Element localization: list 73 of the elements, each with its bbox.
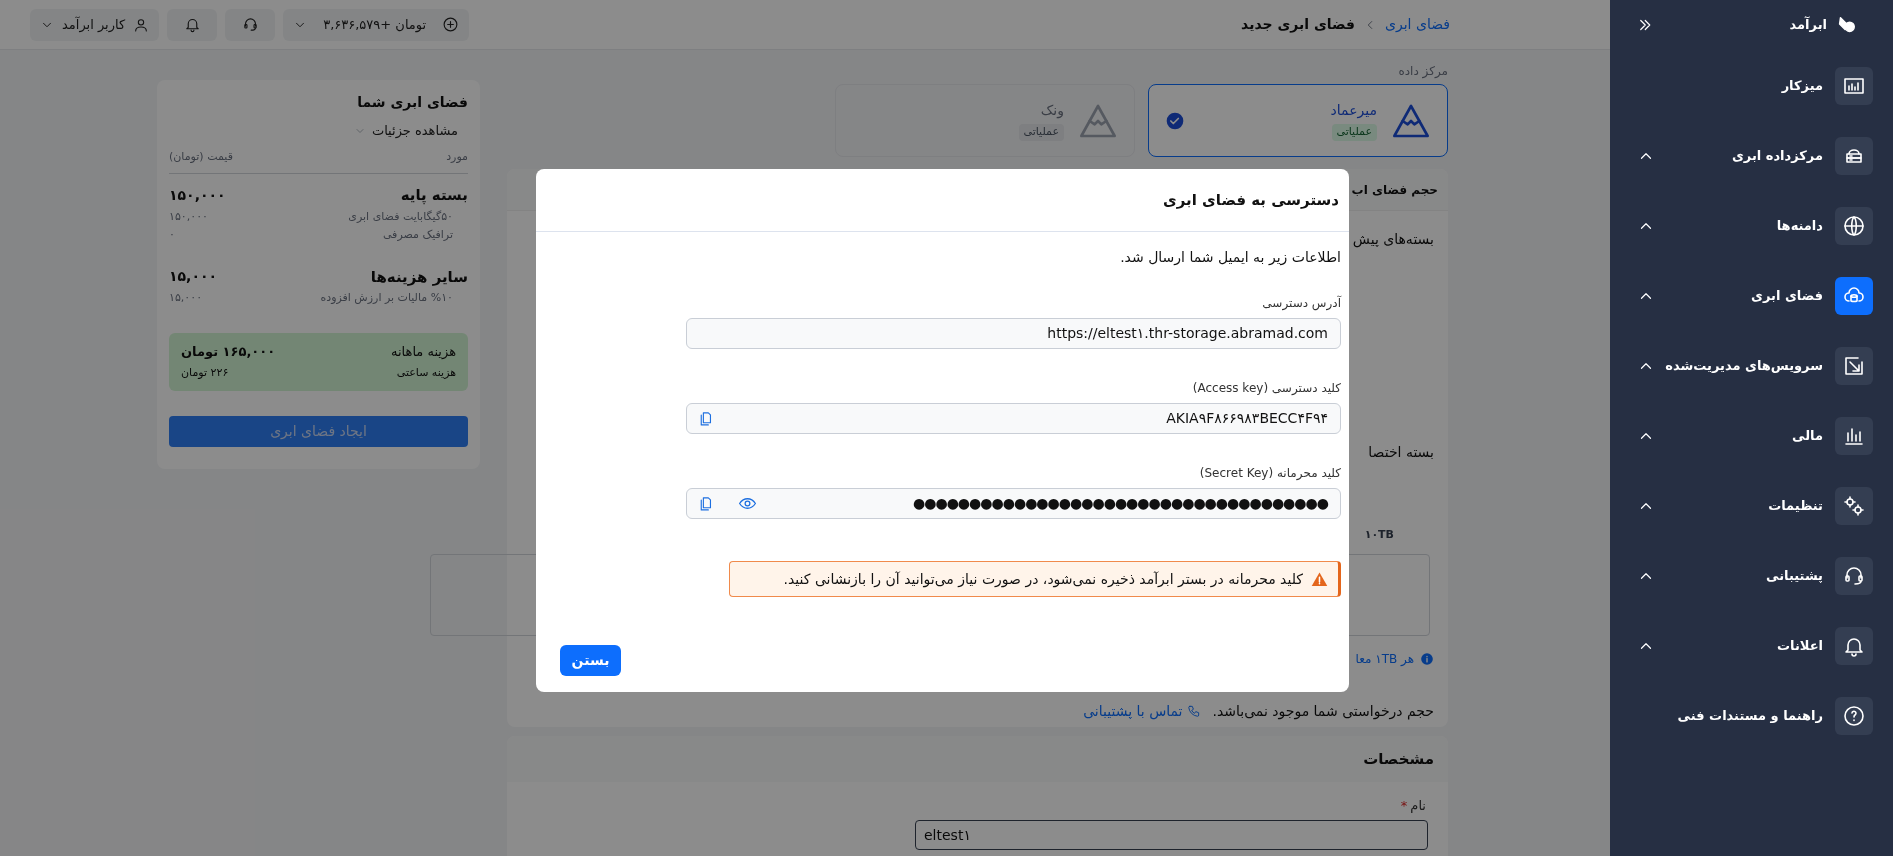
field-label: کلید دسترسی (Access key) [1191,380,1341,397]
field-label: آدرس دسترسی [1261,294,1341,312]
status-badge: عملیاتی [1331,124,1377,141]
unavailable-text: حجم درخواستی شما موجود نمی‌باشد. [1212,701,1434,722]
access-key-field[interactable]: AKIA۹F۸۶۶۹۸۳BECC۴F۹۴ [686,403,1341,434]
info-note: هر ۱TB معا [1355,650,1414,668]
plus-circle-icon [442,16,460,33]
balance-button[interactable]: ۳,۶۳۶,۵۷۹+ تومان [283,8,470,41]
user-icon [133,16,150,33]
panel-title: حجم فضای اب [1351,181,1438,199]
datacenter-name: ونک [1040,101,1064,121]
user-menu-button[interactable]: کاربر ابرآمد [30,8,160,41]
sidebar-item[interactable]: مالی [1610,417,1893,455]
warning-icon [1311,570,1328,588]
field-label: کلید محرمانه (Secret Key) [1198,465,1341,482]
sidebar-item[interactable]: مرکزداده ابری [1610,137,1893,175]
address-field[interactable]: https://eltest۱.thr-storage.abramad.com [686,318,1341,349]
headset-icon [241,16,259,33]
headset-icon [1842,564,1866,588]
line-item: %۱۰ مالیات بر ارزش افزوده [320,290,453,306]
field-label: نام [1410,797,1426,815]
dialog-title: دسترسی به فضای ابری [1162,189,1339,211]
datacenter-name: میرعماد [1330,101,1377,121]
column-header: مورد [446,148,468,165]
required-mark: * [1400,797,1408,815]
details-toggle[interactable]: مشاهده جزئیات [353,121,458,141]
datacenter-option[interactable]: ونک عملیاتی [835,84,1135,157]
line-item: ۵۰گیگابایت فضای ابری [348,208,453,225]
sidebar-item[interactable]: تنظیمات [1610,487,1893,525]
datacenter-option[interactable]: میرعماد عملیاتی [1148,84,1448,157]
notifications-button[interactable] [167,8,218,41]
check-circle-icon [1165,110,1185,131]
sidebar-item[interactable]: دامنه‌ها [1610,207,1893,245]
dialog-message: اطلاعات زیر به ایمیل شما ارسال شد. [1119,248,1341,268]
expand-arrow-icon [1842,354,1866,378]
warning-text: کلید محرمانه در بستر ابرآمد ذخیره نمی‌شود، در صورت نیاز می‌توانید آن را بازنشانی کنید. [783,569,1303,590]
total-label: هزینه ماهانه [391,342,456,361]
hourly-label: هزینه ساعتی [396,365,456,381]
section-label: بسته‌های پیش [1352,230,1434,250]
close-button[interactable]: بستن [560,645,621,676]
support-button[interactable] [225,8,276,41]
section-label: مرکز داده [1397,63,1448,80]
slider-tick-label: ۱۰TB [1364,527,1394,543]
total-value: ۱۶۵,۰۰۰ تومان [181,342,276,361]
group-title: سایر هزینه‌ها [370,266,468,288]
line-price: ۱۵۰,۰۰۰ [169,208,208,225]
sidebar-item[interactable]: اعلانات [1610,627,1893,665]
panel-title: مشخصات [1363,748,1434,770]
section-label: بسته اختصا [1368,443,1434,462]
card-title: فضای ابری شما [356,93,468,113]
sidebar-item[interactable]: سرویس‌های مدیریت‌شده [1610,347,1893,385]
column-header: قیمت (تومان) [169,148,233,165]
sidebar-item[interactable]: پشتیبانی [1610,557,1893,595]
secret-key-field[interactable]: ●●●●●●●●●●●●●●●●●●●●●●●●●●●●●●●●●●●●● [686,488,1341,519]
hourly-value: ۲۲۶ تومان [181,365,229,381]
group-amount: ۱۵,۰۰۰ [169,267,218,287]
sidebar-item[interactable]: فضای ابری [1610,277,1893,315]
group-title: بسته پایه [400,185,468,206]
phone-icon [1186,704,1201,718]
status-badge: عملیاتی [1018,124,1064,141]
brand-name: ابرآمد [1789,15,1827,35]
info-icon [1420,651,1434,666]
gears-icon [1842,494,1866,518]
sidebar-item[interactable]: راهنما و مستندات فنی [1610,697,1893,735]
line-price: ۱۵,۰۰۰ [169,290,203,306]
sidebar-item[interactable]: میزکار [1610,67,1893,105]
line-item: ترافیک مصرفی [382,227,453,243]
bell-icon [183,16,201,33]
name-input[interactable]: eltest۱ [915,819,1428,850]
question-icon [1842,704,1866,728]
breadcrumb-current: فضای ابری جدید [1241,15,1355,35]
globe-icon [1842,214,1866,238]
group-amount: ۱۵۰,۰۰۰ [169,185,226,205]
